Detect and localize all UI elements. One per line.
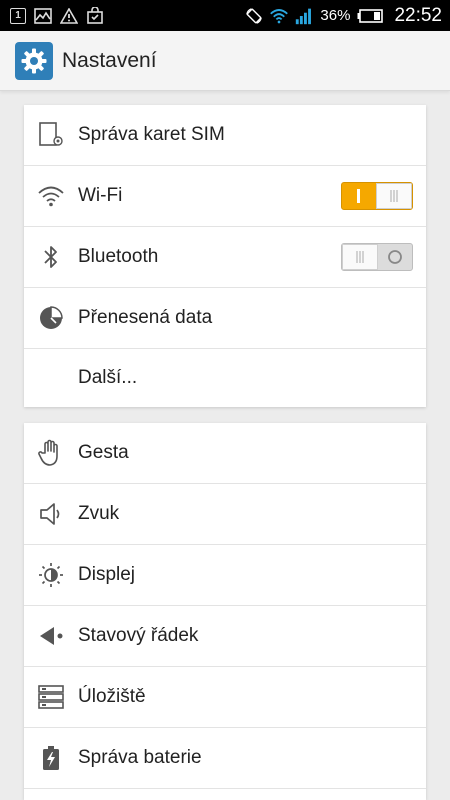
settings-item-label: Další... [78, 367, 138, 388]
wifi-toggle[interactable] [341, 182, 413, 210]
device-section: Gesta Zvuk Displej Stavový řádek Úložišt… [24, 423, 426, 800]
settings-item-display[interactable]: Displej [24, 545, 426, 606]
toggle-knob [376, 183, 412, 209]
brightness-icon [24, 562, 78, 588]
toggle-knob [342, 244, 378, 270]
settings-item-storage[interactable]: Úložiště [24, 667, 426, 728]
page-title: Nastavení [62, 48, 157, 72]
data-usage-icon [24, 305, 78, 331]
clock: 22:52 [394, 4, 442, 26]
settings-item-data-usage[interactable]: Přenesená data [24, 288, 426, 349]
settings-item-label: Wi-Fi [78, 185, 123, 206]
settings-item-sound[interactable]: Zvuk [24, 484, 426, 545]
shopping-bag-icon [86, 7, 104, 25]
auto-rotate-icon [245, 7, 263, 25]
status-bar: 1 36% 22:52 [0, 0, 450, 31]
toggle-off-mark-icon [378, 244, 412, 270]
gallery-icon [34, 7, 52, 25]
settings-item-label: Správa karet SIM [78, 124, 225, 145]
battery-manager-icon [24, 745, 78, 771]
settings-item-sim-cards[interactable]: Správa karet SIM [24, 105, 426, 166]
settings-gear-icon[interactable] [15, 41, 53, 80]
settings-item-bluetooth[interactable]: Bluetooth [24, 227, 426, 288]
bluetooth-icon [24, 244, 78, 270]
wifi-signal-icon [270, 7, 289, 25]
hand-gesture-icon [24, 439, 78, 467]
toggle-on-mark-icon [342, 183, 376, 209]
storage-icon [24, 685, 78, 709]
app-bar: Nastavení [0, 31, 450, 91]
battery-percent: 36% [320, 7, 351, 24]
bluetooth-toggle[interactable] [341, 243, 413, 271]
settings-item-label: Bluetooth [78, 246, 159, 267]
settings-item-status-bar[interactable]: Stavový řádek [24, 606, 426, 667]
battery-icon [357, 7, 384, 25]
settings-item-wifi[interactable]: Wi-Fi [24, 166, 426, 227]
wifi-icon [24, 185, 78, 207]
status-bar-icon [24, 625, 78, 647]
speaker-icon [24, 502, 78, 526]
settings-item-more[interactable]: Další... [24, 349, 426, 407]
cell-signal-icon [295, 7, 313, 25]
settings-item-label: Zvuk [78, 503, 120, 524]
settings-item-label: Stavový řádek [78, 625, 199, 646]
settings-item-label: Gesta [78, 442, 129, 463]
connectivity-section: Správa karet SIM Wi-Fi Bluetooth Přenese… [24, 105, 426, 407]
sim-settings-icon [24, 121, 78, 149]
notification-count-icon: 1 [10, 7, 26, 24]
settings-item-label: Přenesená data [78, 307, 213, 328]
settings-item-gestures[interactable]: Gesta [24, 423, 426, 484]
settings-item-label: Správa baterie [78, 747, 202, 768]
settings-item-battery[interactable]: Správa baterie [24, 728, 426, 789]
settings-item-label: Displej [78, 564, 136, 585]
settings-item-label: Úložiště [78, 686, 146, 707]
warning-icon [60, 7, 78, 25]
